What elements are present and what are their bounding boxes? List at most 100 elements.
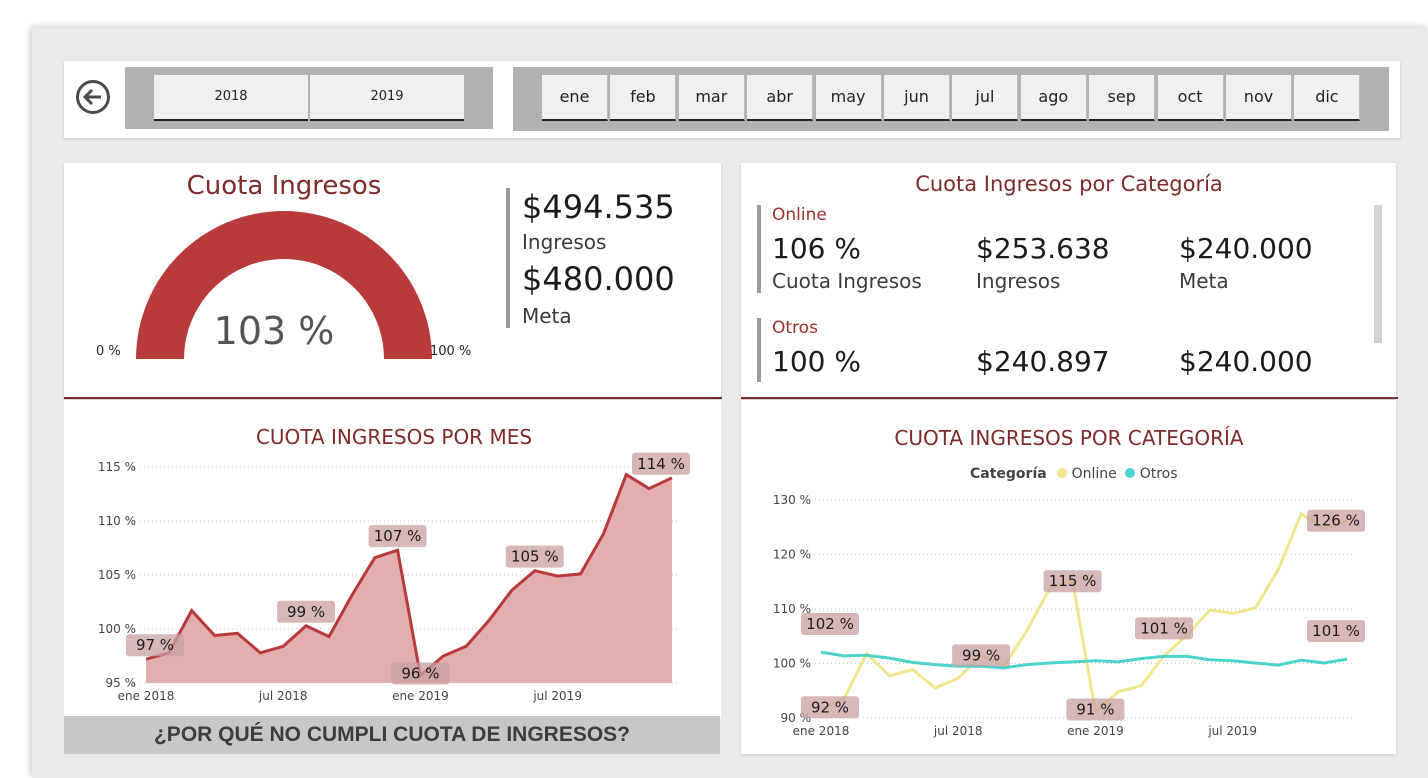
- kpi-accent-bar: [506, 188, 510, 328]
- data-point[interactable]: [1002, 666, 1005, 669]
- data-point[interactable]: [442, 655, 445, 658]
- data-point[interactable]: [911, 661, 914, 664]
- data-point[interactable]: [488, 619, 491, 622]
- otros-accent-bar: [757, 318, 761, 382]
- month-option-oct[interactable]: oct: [1157, 75, 1224, 121]
- data-point[interactable]: [1117, 690, 1120, 693]
- category-kpi-scrollbar[interactable]: [1374, 205, 1382, 343]
- data-point[interactable]: [1140, 657, 1143, 660]
- month-option-jul[interactable]: jul: [952, 75, 1019, 121]
- data-point[interactable]: [1300, 659, 1303, 662]
- month-option-mar[interactable]: mar: [678, 75, 745, 121]
- y-tick-label: 130 %: [773, 493, 811, 507]
- data-point[interactable]: [1025, 629, 1028, 632]
- data-point[interactable]: [465, 645, 468, 648]
- data-point[interactable]: [579, 572, 582, 575]
- month-option-may[interactable]: may: [815, 75, 882, 121]
- data-point[interactable]: [625, 473, 628, 476]
- data-point[interactable]: [888, 675, 891, 678]
- back-arrow-icon[interactable]: [76, 80, 110, 114]
- data-point[interactable]: [282, 645, 285, 648]
- y-tick-label: 110 %: [98, 514, 136, 528]
- data-point[interactable]: [842, 654, 845, 657]
- month-option-abr[interactable]: abr: [747, 75, 814, 121]
- left-section-divider: [64, 397, 722, 399]
- data-point[interactable]: [1231, 659, 1234, 662]
- year-option-2018[interactable]: 2018: [154, 75, 308, 121]
- x-tick-label: jul 2018: [933, 724, 983, 738]
- data-point[interactable]: [1346, 658, 1349, 661]
- data-point[interactable]: [865, 654, 868, 657]
- data-point[interactable]: [934, 687, 937, 690]
- data-point[interactable]: [1277, 664, 1280, 667]
- month-option-jun[interactable]: jun: [884, 75, 950, 121]
- monthly-area-chart: 95 % 100 % 105 % 110 % 115 % ene 2018 jul 2018…: [98, 452, 690, 703]
- data-point[interactable]: [145, 658, 148, 661]
- data-point[interactable]: [1254, 661, 1257, 664]
- data-point[interactable]: [1300, 512, 1303, 515]
- data-point[interactable]: [236, 632, 239, 635]
- data-point[interactable]: [373, 556, 376, 559]
- data-label: 114 %: [637, 455, 685, 473]
- data-point[interactable]: [1185, 655, 1188, 658]
- gauge-max-label: 100 %: [430, 344, 472, 359]
- month-slicer: ene feb mar abr may jun jul ago sep oct nov dic: [513, 67, 1389, 131]
- category-kpi-title: Cuota Ingresos por Categoría: [915, 172, 1223, 196]
- data-point[interactable]: [305, 624, 308, 627]
- data-point[interactable]: [888, 657, 891, 660]
- data-label: 99 %: [287, 603, 325, 621]
- data-point[interactable]: [1117, 660, 1120, 663]
- why-not-met-button[interactable]: ¿POR QUÉ NO CUMPLI CUOTA DE INGRESOS?: [64, 716, 720, 754]
- data-point[interactable]: [1231, 612, 1234, 615]
- data-point[interactable]: [671, 476, 674, 479]
- month-option-ago[interactable]: ago: [1020, 75, 1087, 121]
- online-meta-label: Meta: [1179, 269, 1229, 293]
- data-label: 91 %: [1076, 700, 1114, 718]
- data-point[interactable]: [556, 575, 559, 578]
- data-point[interactable]: [1025, 663, 1028, 666]
- data-point[interactable]: [820, 651, 823, 654]
- data-point[interactable]: [1140, 684, 1143, 687]
- data-point[interactable]: [1208, 658, 1211, 661]
- data-point[interactable]: [1071, 660, 1074, 663]
- data-point[interactable]: [350, 594, 353, 597]
- data-point[interactable]: [396, 549, 399, 552]
- data-point[interactable]: [1323, 661, 1326, 664]
- otros-ingresos-value: $240.897: [976, 345, 1110, 378]
- data-point[interactable]: [510, 589, 513, 592]
- data-point[interactable]: [327, 635, 330, 638]
- data-label: 107 %: [374, 527, 422, 545]
- month-option-nov[interactable]: nov: [1226, 75, 1292, 121]
- x-tick-label: ene 2019: [392, 689, 449, 703]
- data-point[interactable]: [1094, 659, 1097, 662]
- online-row-title: Online: [772, 205, 827, 225]
- data-point[interactable]: [648, 487, 651, 490]
- data-point[interactable]: [259, 651, 262, 654]
- data-point[interactable]: [1163, 655, 1166, 658]
- gauge-card: Cuota Ingresos 103 % 0 % 100 % $494.535 …: [64, 163, 721, 399]
- data-label: 101 %: [1140, 619, 1188, 637]
- month-option-sep[interactable]: sep: [1089, 75, 1156, 121]
- data-point[interactable]: [1208, 609, 1211, 612]
- data-point[interactable]: [1277, 568, 1280, 571]
- month-option-dic[interactable]: dic: [1294, 75, 1361, 121]
- y-tick-label: 100 %: [98, 622, 136, 636]
- meta-value: $480.000: [522, 260, 675, 298]
- data-point[interactable]: [1254, 606, 1257, 609]
- data-point[interactable]: [1048, 661, 1051, 664]
- ingresos-value: $494.535: [522, 188, 675, 226]
- data-point[interactable]: [602, 532, 605, 535]
- category-chart-card: CUOTA INGRESOS POR CATEGORÍA Categoría O…: [741, 400, 1396, 754]
- month-option-ene[interactable]: ene: [542, 75, 608, 121]
- category-line-chart: 90 %100 %110 %120 %130 %ene 2018 jul 2018…: [773, 493, 1365, 738]
- data-point[interactable]: [213, 634, 216, 637]
- data-point[interactable]: [934, 663, 937, 666]
- data-point[interactable]: [533, 569, 536, 572]
- data-point[interactable]: [190, 609, 193, 612]
- otros-meta-value: $240.000: [1179, 345, 1313, 378]
- data-point[interactable]: [957, 677, 960, 680]
- data-point[interactable]: [911, 668, 914, 671]
- x-tick-label: ene 2018: [118, 689, 175, 703]
- month-option-feb[interactable]: feb: [610, 75, 677, 121]
- year-option-2019[interactable]: 2019: [310, 75, 464, 121]
